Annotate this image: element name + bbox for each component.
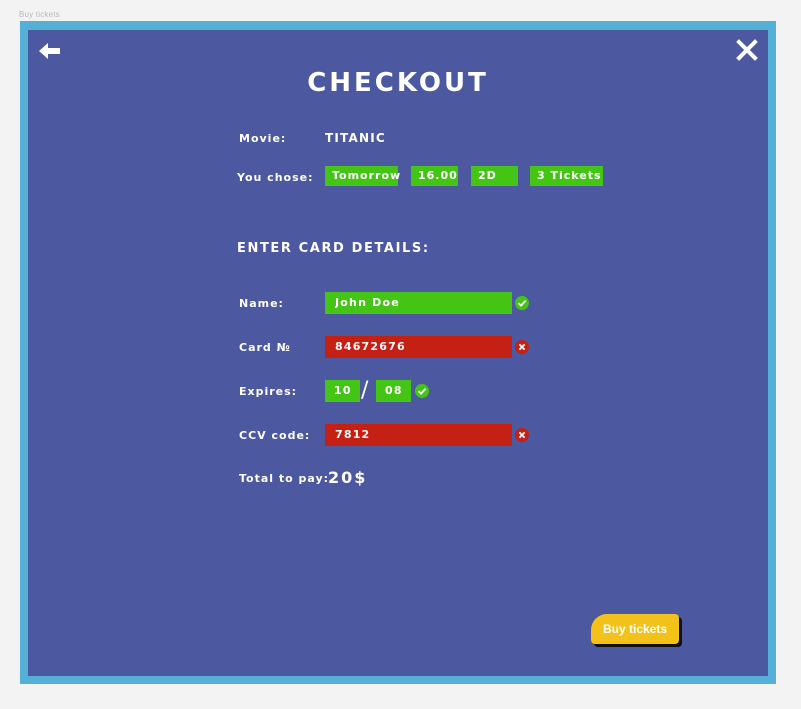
- checkout-frame: CHECKOUT Movie: TITANIC You chose: Tomor…: [20, 21, 776, 684]
- expiry-year-field[interactable]: [376, 380, 411, 402]
- check-icon: [515, 296, 529, 310]
- ccv-field[interactable]: [325, 424, 512, 446]
- total-value: 20$: [328, 468, 368, 487]
- page-title: CHECKOUT: [307, 68, 489, 98]
- chip-day: Tomorrow: [325, 166, 400, 186]
- close-icon[interactable]: [736, 39, 758, 61]
- arrow-left-icon[interactable]: [38, 42, 62, 60]
- chip-time: 16.00: [411, 166, 458, 186]
- expiry-month-field[interactable]: [325, 380, 360, 402]
- card-number-label: Card №: [239, 341, 291, 354]
- movie-label: Movie:: [239, 132, 287, 145]
- ccv-label: CCV code:: [239, 429, 311, 442]
- checkout-panel: CHECKOUT Movie: TITANIC You chose: Tomor…: [28, 30, 768, 676]
- card-number-field[interactable]: [325, 336, 512, 358]
- frame-label: Buy tickets: [19, 10, 60, 19]
- error-icon: [515, 340, 529, 354]
- buy-tickets-button[interactable]: Buy tickets: [591, 614, 679, 644]
- chose-label: You chose:: [237, 171, 314, 184]
- card-details-heading: ENTER CARD DETAILS:: [237, 241, 430, 256]
- error-icon: [515, 428, 529, 442]
- buy-button-wrap: Buy tickets: [591, 614, 683, 648]
- name-field[interactable]: [325, 292, 512, 314]
- expires-label: Expires:: [239, 385, 298, 398]
- name-label: Name:: [239, 297, 284, 310]
- chip-tickets: 3 Tickets: [530, 166, 603, 186]
- movie-value: TITANIC: [325, 131, 386, 145]
- check-icon: [415, 384, 429, 398]
- chip-format: 2D: [471, 166, 518, 186]
- total-label: Total to pay:: [239, 472, 330, 485]
- expiry-separator: /: [361, 378, 369, 403]
